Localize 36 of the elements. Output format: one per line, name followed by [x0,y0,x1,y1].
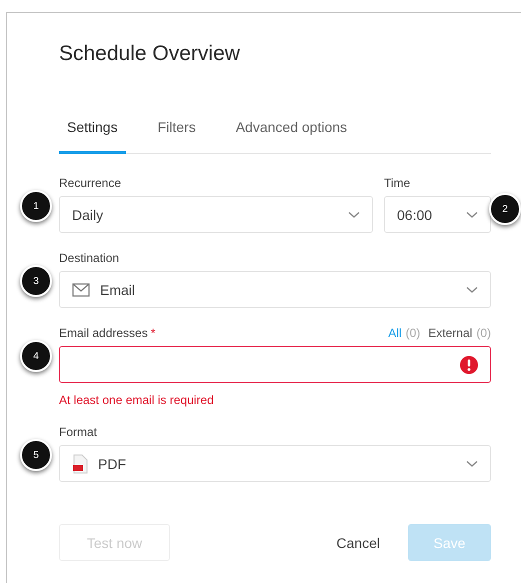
cancel-button[interactable]: Cancel [330,524,386,561]
field-value: Daily [72,206,104,222]
field-label: Format [59,425,98,439]
tab[interactable]: Advanced options [228,112,356,154]
field-value: Email [100,282,136,298]
field-label: Destination [59,251,120,265]
field-label: Email addresses [59,326,148,340]
dropdown-field[interactable]: PDF [59,445,491,482]
tab[interactable]: Filters [150,112,204,154]
filter-count: (0) [406,326,420,340]
error-message: At least one email is required [59,393,215,407]
dialog-title: Schedule Overview [59,42,241,66]
email-input-field[interactable] [59,346,491,383]
filter-link[interactable]: External [428,326,472,340]
dropdown-field[interactable]: Daily [59,196,373,233]
filter-count: (0) [476,326,491,340]
callout-marker: 5 [20,439,52,471]
dropdown-field[interactable]: Email [59,271,491,308]
pdf-file-icon [72,454,88,474]
required-mark: * [150,326,156,340]
field-label: Time [384,176,410,190]
tab[interactable]: Settings [59,112,126,154]
envelope-icon [72,282,90,296]
chevron-down-icon [466,460,478,468]
callout-marker: 3 [20,265,52,297]
chevron-down-icon [466,210,478,218]
chevron-down-icon [348,210,360,218]
error-icon [460,356,478,374]
callout-marker: 4 [20,340,52,372]
callout-marker: 1 [20,190,52,222]
callout-marker: 2 [489,193,521,225]
field-label: Recurrence [59,176,122,190]
field-value: 06:00 [397,206,432,222]
field-value: PDF [98,456,126,472]
chevron-down-icon [466,286,478,294]
dropdown-field[interactable]: 06:00 [384,196,491,233]
